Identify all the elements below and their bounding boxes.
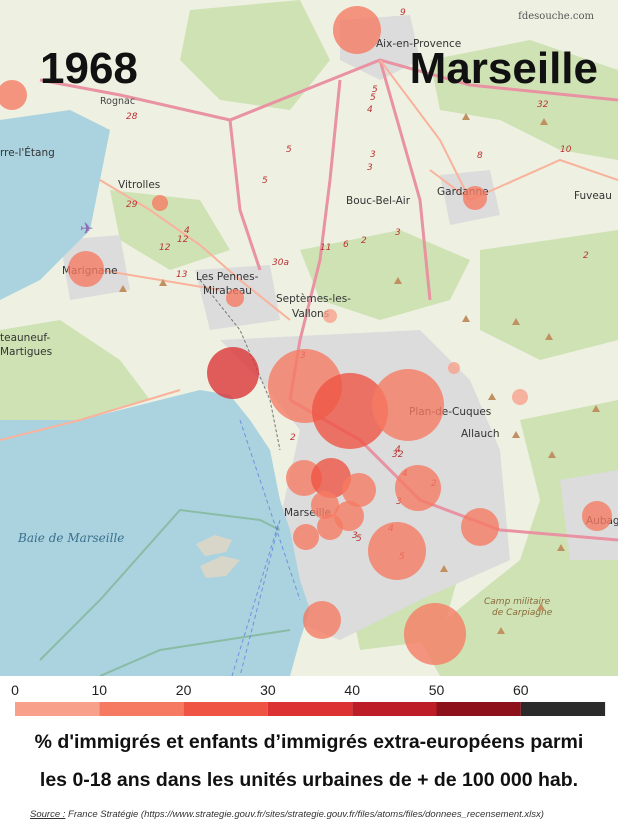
data-bubble: [293, 524, 319, 550]
road-number: 4: [367, 105, 373, 115]
place-label: Allauch: [461, 428, 500, 440]
data-bubble: [461, 508, 499, 546]
data-bubble: [395, 465, 441, 511]
place-label: teauneuf-: [0, 332, 51, 344]
scale-bin: [15, 702, 100, 716]
road-number: 12: [159, 243, 171, 253]
watermark: fdesouche.com: [518, 11, 594, 22]
data-bubble: [368, 522, 426, 580]
basemap: ✈ Aix-en-Provence rre-l'Étang Rognac Vitrol…: [0, 0, 618, 676]
data-bubble: [68, 251, 104, 287]
data-bubble: [207, 347, 259, 399]
road-number: 3: [352, 531, 358, 541]
road-number: 12: [177, 235, 189, 245]
scale-tick-label: 60: [513, 682, 529, 698]
military-area-label-1: Camp militaire: [484, 597, 551, 607]
color-scale: 0 10 20 30 40 50 60: [0, 676, 618, 722]
source-text: France Stratégie (https://www.strategie.…: [65, 809, 544, 820]
data-bubble: [303, 601, 341, 639]
scale-tick-label: 20: [176, 682, 192, 698]
data-bubble: [404, 603, 466, 665]
road-number: 32: [537, 100, 549, 110]
road-number: 30a: [272, 258, 289, 268]
road-number: 3: [370, 150, 376, 160]
place-label: Martigues: [0, 346, 52, 358]
scale-tick-label: 30: [260, 682, 276, 698]
road-number: 6: [343, 240, 349, 250]
road-number: 10: [560, 145, 572, 155]
place-label: rre-l'Étang: [0, 146, 55, 159]
data-bubble: [152, 195, 168, 211]
road-number: 29: [126, 200, 138, 210]
data-bubble: [317, 514, 343, 540]
scale-bin: [436, 702, 521, 716]
airport-icon: ✈: [80, 221, 93, 238]
scale-tick-label: 50: [429, 682, 445, 698]
scale-tick-label: 10: [92, 682, 108, 698]
road-number: 11: [320, 243, 331, 253]
caption-line-1: % d'immigrés et enfants d’immigrés extra…: [34, 731, 584, 753]
road-number: 28: [126, 112, 138, 122]
road-number: 9: [400, 8, 406, 18]
place-label: Fuveau: [574, 190, 612, 202]
scale-bin: [352, 702, 437, 716]
scale-bin: [99, 702, 184, 716]
road-number: 2: [583, 251, 589, 261]
scale-bin: [267, 702, 353, 716]
place-label: Septèmes-les-: [276, 293, 351, 305]
scale-tick-labels: 0 10 20 30 40 50 60: [11, 682, 529, 698]
place-label: Vitrolles: [118, 179, 160, 191]
road-number: 2: [361, 236, 367, 246]
road-number: 3: [367, 163, 373, 173]
scale-tick-label: 40: [344, 682, 360, 698]
data-bubble: [372, 369, 444, 441]
water-label: Baie de Marseille: [17, 531, 124, 545]
year-title: 1968: [40, 44, 138, 93]
data-bubble: [333, 6, 381, 54]
road-number: 5: [262, 176, 268, 186]
military-area-label-2: de Carpiagne: [492, 608, 553, 618]
road-number: 3: [395, 228, 401, 238]
caption-line-2: les 0-18 ans dans les unités urbaines de…: [39, 769, 579, 791]
source-note: Source : France Stratégie (https://www.s…: [30, 809, 544, 820]
place-label: Bouc-Bel-Air: [346, 195, 411, 207]
data-bubble: [226, 289, 244, 307]
scale-bin: [520, 702, 606, 716]
road-number: 4: [395, 445, 401, 455]
data-bubble: [323, 309, 337, 323]
place-label: Rognac: [100, 96, 135, 107]
scale-tick-label: 0: [11, 682, 19, 698]
road-number: 5: [286, 145, 292, 155]
scale-color-bins: [15, 702, 606, 716]
place-label: Les Pennes-: [196, 271, 259, 283]
road-number: 2: [290, 433, 296, 443]
scale-bin: [183, 702, 268, 716]
data-bubble: [448, 362, 460, 374]
data-bubble: [582, 501, 612, 531]
data-bubble: [512, 389, 528, 405]
road-number: 13: [176, 270, 188, 280]
road-number: 5: [372, 85, 378, 95]
source-label: Source :: [30, 809, 66, 820]
data-bubble: [463, 186, 487, 210]
city-title: Marseille: [409, 44, 598, 93]
road-number: 8: [477, 151, 483, 161]
